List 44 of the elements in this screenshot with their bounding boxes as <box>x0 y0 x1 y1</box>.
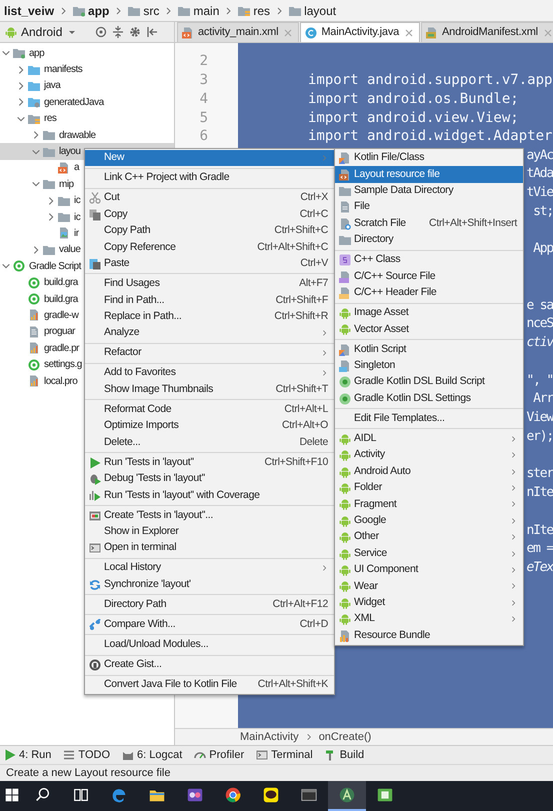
shortcut-label: Ctrl+Alt+Shift+K <box>256 677 328 692</box>
line-number: 3 <box>200 73 208 88</box>
shortcut-label: Ctrl+Alt+O <box>280 418 328 434</box>
code-line: App <box>533 242 553 256</box>
code-line: nIte <box>526 524 553 537</box>
shortcut-label: Ctrl+Shift+F <box>274 292 328 308</box>
shortcut-label: Ctrl+Alt+Shift+Insert <box>428 216 517 231</box>
code-line: import android.support.v7.app <box>308 73 552 88</box>
shortcut-label: Ctrl+D <box>298 617 328 632</box>
code-line: import android.os.Bundle; <box>308 92 519 106</box>
shortcut-label: Delete <box>298 434 328 450</box>
shortcut-label: Ctrl+Shift+C <box>273 223 328 238</box>
line-number: 2 <box>200 54 208 68</box>
shortcut-label: Alt+F7 <box>298 276 328 292</box>
code-line: er); <box>526 430 553 443</box>
code-line: ", " <box>526 374 553 387</box>
line-number: 5 <box>200 110 208 125</box>
code-line: import android.view.View; <box>308 110 519 125</box>
code-line: tVie <box>526 186 553 200</box>
code-line: st; <box>533 204 553 218</box>
code-line: em = <box>526 542 553 556</box>
code-line: tAda <box>526 167 553 180</box>
shortcut-label: Ctrl+Alt+Shift+C <box>256 240 328 255</box>
shortcut-label: Ctrl+V <box>299 256 328 272</box>
shortcut-label: Ctrl+Shift+F10 <box>264 454 328 470</box>
shortcut-label: Ctrl+Shift+T <box>274 382 328 397</box>
code-line: e sa <box>526 298 553 312</box>
code-line: ctiv <box>526 336 553 350</box>
code-line: nIte <box>526 486 553 500</box>
shortcut-label: Ctrl+Alt+F12 <box>272 596 328 612</box>
status-message: Create a new Layout resource file <box>6 766 170 781</box>
shortcut-label: Ctrl+X <box>299 190 328 206</box>
code-line: ayAc <box>526 148 553 162</box>
shortcut-label: Ctrl+C <box>298 206 328 222</box>
code-line: View <box>526 411 553 424</box>
code-line: eTex <box>526 561 553 574</box>
code-line: ster <box>526 467 553 480</box>
line-number: 6 <box>200 129 208 144</box>
shortcut-label: Ctrl+Shift+R <box>273 308 328 324</box>
code-line: Arr <box>533 392 553 406</box>
line-number: 4 <box>200 92 208 106</box>
shortcut-label: Ctrl+Alt+L <box>283 402 328 417</box>
code-line: nceS <box>526 317 553 330</box>
code-line: import android.widget.Adapter <box>308 129 552 144</box>
